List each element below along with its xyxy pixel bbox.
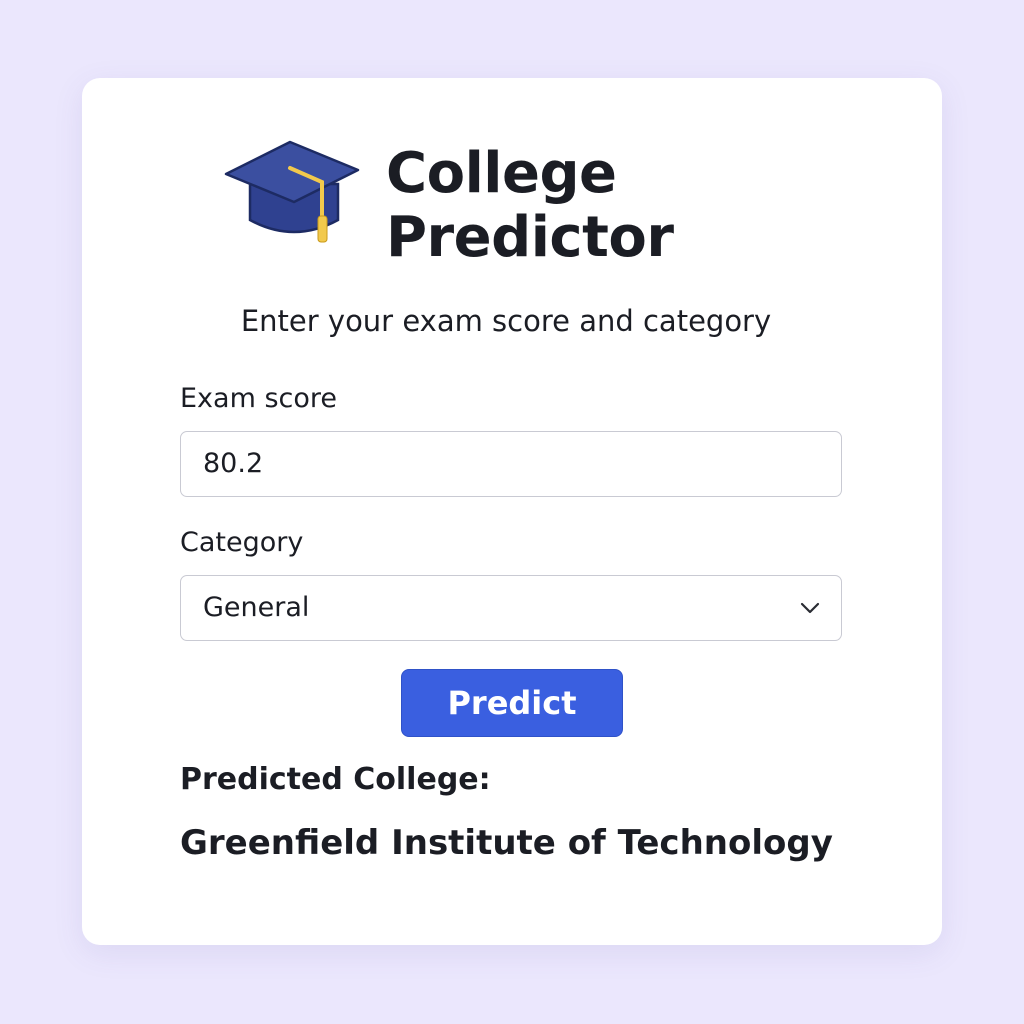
predicted-college-value: Greenfield Institute of Technology	[180, 823, 833, 863]
category-label: Category	[180, 527, 304, 558]
predicted-college-label: Predicted College:	[180, 762, 491, 797]
exam-score-input[interactable]: 80.2	[180, 431, 842, 497]
instructions-text: Enter your exam score and category	[240, 304, 772, 338]
category-value: General	[203, 592, 310, 623]
predict-button[interactable]: Predict	[401, 669, 623, 737]
page-title: College Predictor	[386, 141, 674, 270]
header: College Predictor	[224, 140, 684, 270]
title-line-2: Predictor	[386, 205, 674, 270]
exam-score-value: 80.2	[203, 448, 264, 479]
category-select[interactable]: General	[180, 575, 842, 641]
exam-score-label: Exam score	[180, 383, 338, 414]
chevron-down-icon	[800, 602, 820, 614]
title-line-1: College	[386, 141, 617, 206]
graduation-cap-icon	[224, 140, 360, 243]
predictor-card: College Predictor Enter your exam score …	[82, 78, 942, 945]
